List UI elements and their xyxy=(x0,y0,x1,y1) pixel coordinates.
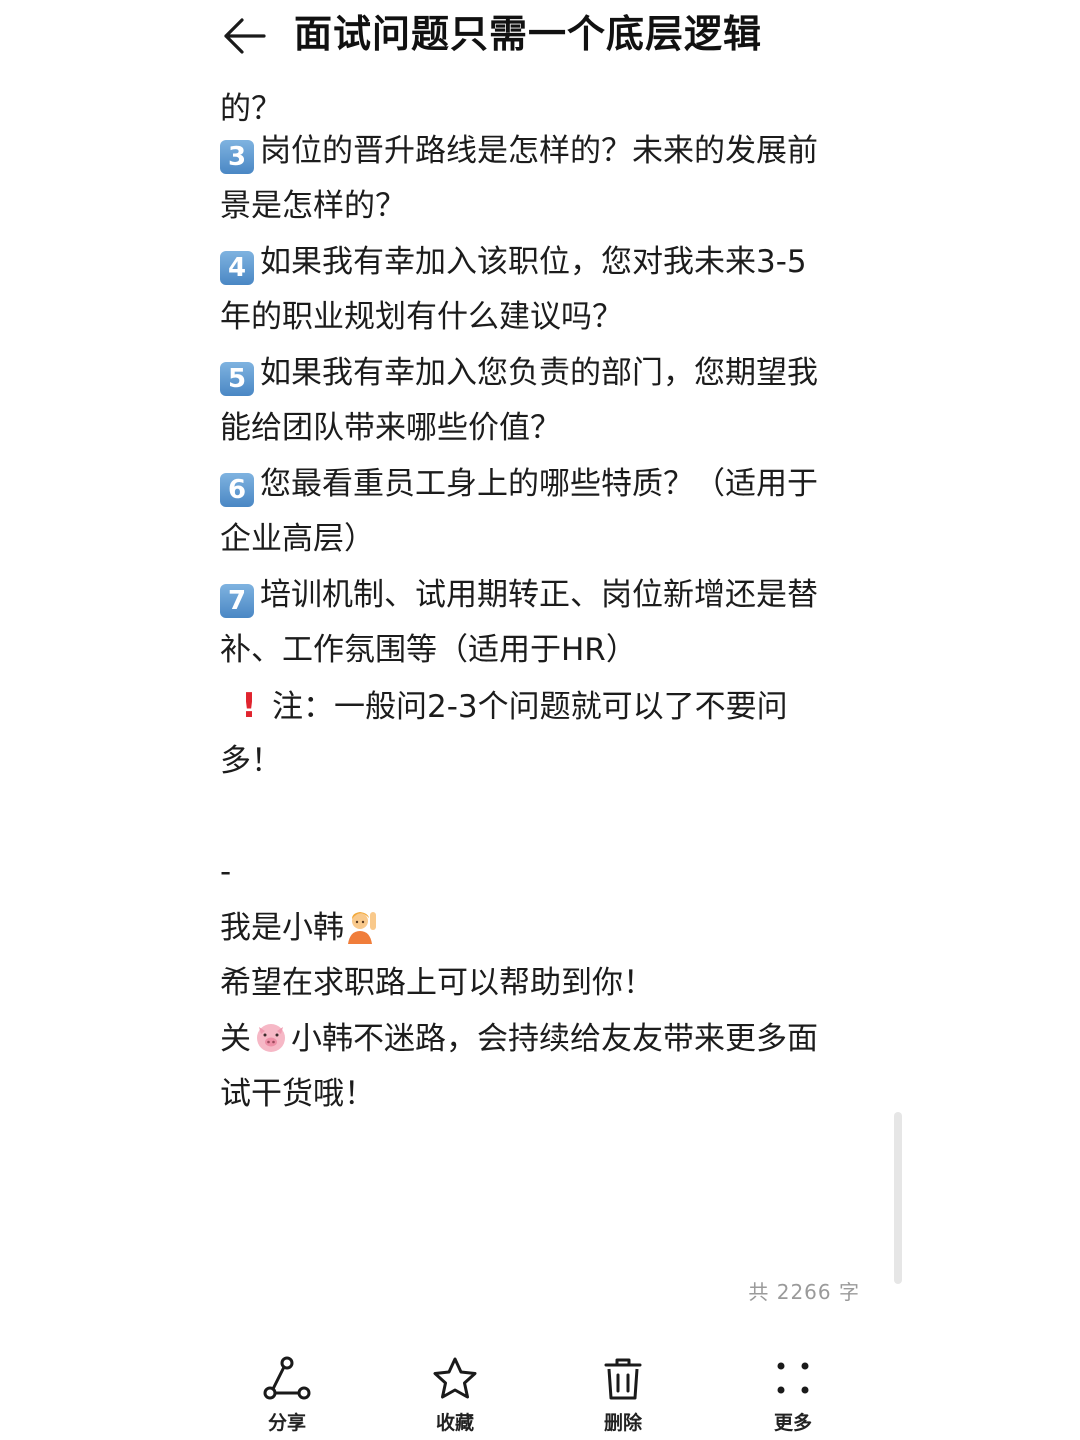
delete-button[interactable]: 删除 xyxy=(578,1356,668,1435)
list-item-text: 培训机制、试用期转正、岗位新增还是替 xyxy=(260,576,818,613)
person-raising-hand-emoji xyxy=(348,911,376,944)
favorite-button[interactable]: 收藏 xyxy=(410,1356,500,1435)
list-item-continuation: 补、工作氛围等（适用于HR） xyxy=(220,632,637,668)
scrollbar[interactable] xyxy=(894,1112,902,1284)
list-item-text: 岗位的晋升路线是怎样的？未来的发展前 xyxy=(260,132,818,169)
intro-text: 我是小韩 xyxy=(220,909,344,946)
list-item-continuation: 景是怎样的？ xyxy=(220,188,406,224)
pig-face-emoji xyxy=(257,1023,285,1052)
note-continuation: 多！ xyxy=(220,743,282,779)
more-button[interactable]: 更多 xyxy=(748,1356,838,1435)
list-item-continuation: 能给团队带来哪些价值？ xyxy=(220,410,561,446)
follow-prefix: 关 xyxy=(220,1020,251,1057)
follow-line: 关 小韩不迷路，会持续给友友带来更多面 xyxy=(220,1012,860,1068)
list-item: 7 培训机制、试用期转正、岗位新增还是替 xyxy=(220,568,860,624)
list-item-text: 如果我有幸加入该职位，您对我未来3-5 xyxy=(260,243,807,280)
keycap-number-icon: 5 xyxy=(220,361,254,396)
trash-icon xyxy=(604,1358,642,1400)
keycap-number-icon: 3 xyxy=(220,139,254,174)
page-title: 面试问题只需一个底层逻辑 xyxy=(294,12,763,56)
share-label: 分享 xyxy=(267,1412,306,1434)
follow-text: 小韩不迷路，会持续给友友带来更多面 xyxy=(291,1020,818,1057)
share-icon xyxy=(263,1356,311,1400)
more-label: 更多 xyxy=(773,1412,812,1434)
wish-line: 希望在求职路上可以帮助到你！ xyxy=(220,965,654,1001)
keycap-number-icon: 7 xyxy=(220,583,254,618)
list-item: 6 您最看重员工身上的哪些特质？（适用于 xyxy=(220,457,860,513)
back-button[interactable] xyxy=(218,10,270,62)
list-item: 3 岗位的晋升路线是怎样的？未来的发展前 xyxy=(220,124,860,180)
intro-line: 我是小韩 xyxy=(220,901,860,957)
note-text: 注：一般问2-3个问题就可以了不要问 xyxy=(272,688,788,725)
separator-dash: - xyxy=(220,854,232,890)
list-item-continuation: 企业高层） xyxy=(220,521,375,557)
bottom-toolbar: 分享 收藏 删除 更多 xyxy=(0,1340,1080,1440)
exclamation-icon: ! xyxy=(241,685,257,726)
favorite-label: 收藏 xyxy=(435,1412,474,1434)
list-item: 4 如果我有幸加入该职位，您对我未来3-5 xyxy=(220,235,860,291)
note-body[interactable]: 的？ 3 岗位的晋升路线是怎样的？未来的发展前 景是怎样的？ 4 如果我有幸加入该职… xyxy=(220,68,860,1123)
word-count: 共 2266 字 xyxy=(748,1280,860,1304)
delete-label: 删除 xyxy=(603,1412,642,1434)
star-icon xyxy=(433,1357,477,1399)
list-item: 5 如果我有幸加入您负责的部门，您期望我 xyxy=(220,346,860,402)
keycap-number-icon: 4 xyxy=(220,250,254,285)
list-item-text: 您最看重员工身上的哪些特质？（适用于 xyxy=(260,465,818,502)
share-button[interactable]: 分享 xyxy=(242,1356,332,1435)
dots-grid-icon xyxy=(777,1362,809,1394)
clipped-text-line: 的？ xyxy=(220,91,282,124)
note-line: ! 注：一般问2-3个问题就可以了不要问 xyxy=(220,679,860,735)
list-item-continuation: 年的职业规划有什么建议吗？ xyxy=(220,299,623,335)
keycap-number-icon: 6 xyxy=(220,472,254,507)
list-item-text: 如果我有幸加入您负责的部门，您期望我 xyxy=(260,354,818,391)
follow-continuation: 试干货哦！ xyxy=(220,1076,375,1112)
arrow-left-icon xyxy=(224,18,266,54)
